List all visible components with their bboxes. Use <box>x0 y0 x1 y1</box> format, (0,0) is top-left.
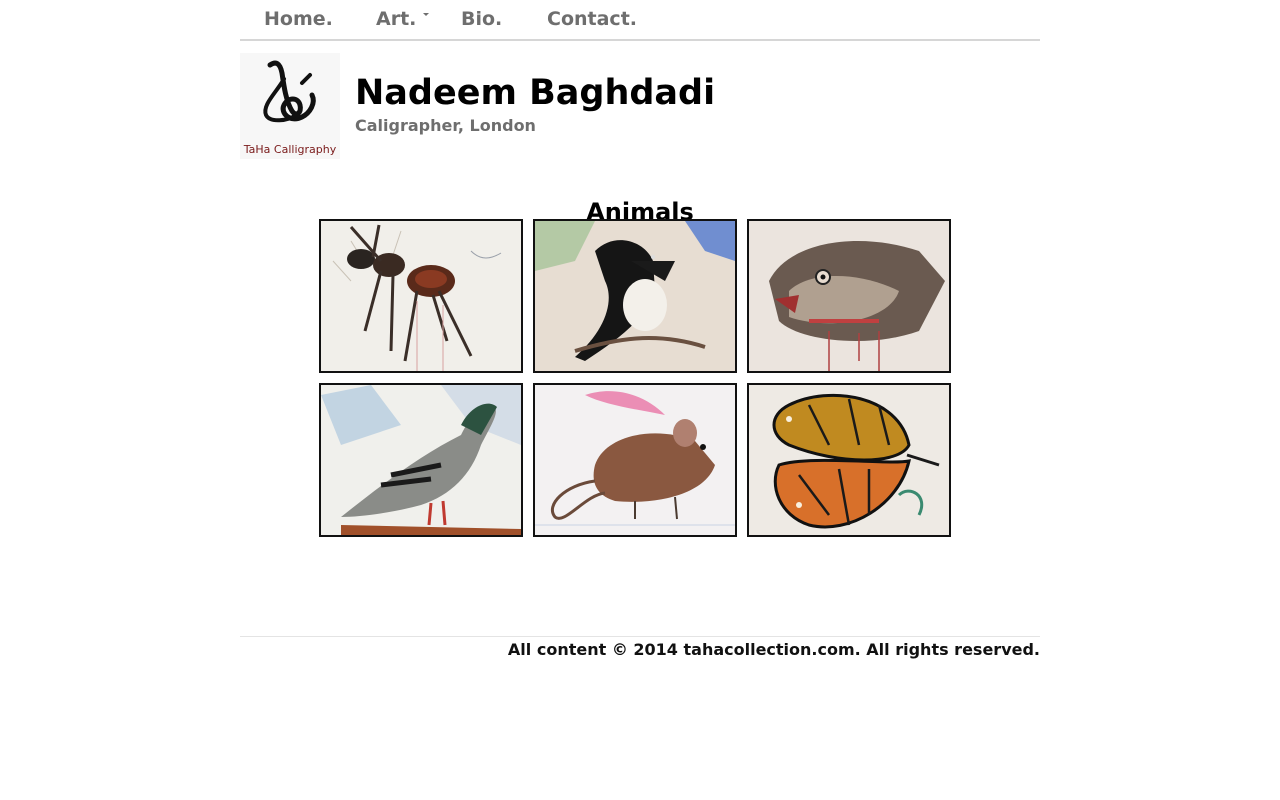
gallery-thumb-rat[interactable] <box>533 383 737 537</box>
rat-painting-icon <box>535 385 735 535</box>
nav-home-link[interactable]: Home. <box>264 6 333 32</box>
gallery-thumb-pigeon[interactable] <box>319 383 523 537</box>
nav-bio-link[interactable]: Bio. <box>461 6 502 32</box>
gallery-thumb-ant[interactable] <box>319 219 523 373</box>
site-header: TaHa Calligraphy Nadeem Baghdadi Caligra… <box>240 41 1040 171</box>
page-wrapper: Home. Art. Bio. Contact. TaHa Calligraph… <box>240 0 1040 659</box>
gallery-thumb-magpie[interactable] <box>533 219 737 373</box>
ant-painting-icon <box>321 221 521 371</box>
nav-contact-link[interactable]: Contact. <box>547 6 637 32</box>
site-title[interactable]: Nadeem Baghdadi <box>355 71 715 115</box>
top-nav: Home. Art. Bio. Contact. <box>240 0 1040 41</box>
pigeon-painting-icon <box>321 385 521 535</box>
nav-art-link[interactable]: Art. <box>376 6 416 32</box>
gallery-thumb-butterfly[interactable] <box>747 383 951 537</box>
site-footer: All content © 2014 tahacollection.com. A… <box>240 636 1040 661</box>
dropdown-caret-icon[interactable] <box>423 13 429 16</box>
logo-caption: TaHa Calligraphy <box>243 143 337 156</box>
site-subtitle: Caligrapher, London <box>355 116 536 135</box>
site-logo[interactable]: TaHa Calligraphy <box>240 53 340 159</box>
magpie-painting-icon <box>535 221 735 371</box>
gallery-thumb-fish[interactable] <box>747 219 951 373</box>
butterfly-painting-icon <box>749 385 949 535</box>
calligraphy-mark-icon <box>263 60 316 123</box>
fish-painting-icon <box>749 221 949 371</box>
